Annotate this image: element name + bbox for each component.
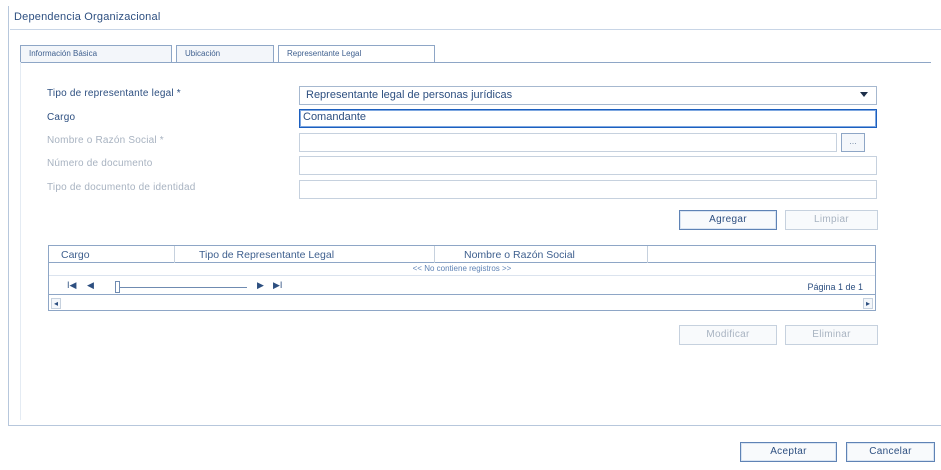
column-separator: [174, 246, 175, 263]
tab-informacion-basica[interactable]: Información Básica: [20, 45, 172, 62]
prev-page-icon[interactable]: ◀: [87, 280, 94, 291]
column-header-cargo[interactable]: Cargo: [61, 249, 90, 261]
column-separator: [434, 246, 435, 263]
tipo-representante-value: Representante legal de personas jurídica…: [306, 89, 513, 101]
tab-ubicacion[interactable]: Ubicación: [176, 45, 274, 62]
nombre-label: Nombre o Razón Social *: [47, 135, 164, 146]
grid-header: Cargo Tipo de Representante Legal Nombre…: [49, 246, 875, 263]
chevron-down-icon[interactable]: [860, 92, 868, 97]
numero-documento-label: Número de documento: [47, 158, 153, 169]
column-separator: [647, 246, 648, 263]
tipo-representante-select[interactable]: Representante legal de personas jurídica…: [299, 86, 877, 105]
limpiar-button[interactable]: Limpiar: [785, 210, 878, 230]
tipo-documento-label: Tipo de documento de identidad: [47, 182, 196, 193]
pager-slider-thumb[interactable]: [115, 281, 120, 293]
last-page-icon[interactable]: ▶I: [273, 280, 282, 291]
numero-documento-input[interactable]: [299, 156, 877, 175]
scroll-right-icon[interactable]: ▸: [863, 298, 873, 309]
page-indicator: Página 1 de 1: [807, 282, 863, 292]
tipo-representante-label: Tipo de representante legal *: [47, 88, 181, 99]
nombre-input[interactable]: [299, 133, 837, 152]
representantes-grid: Cargo Tipo de Representante Legal Nombre…: [48, 245, 876, 311]
cargo-input[interactable]: Comandante: [299, 109, 877, 128]
agregar-button[interactable]: Agregar: [679, 210, 777, 230]
cancelar-button[interactable]: Cancelar: [846, 442, 935, 462]
grid-horizontal-scrollbar[interactable]: ◂ ▸: [49, 296, 875, 311]
aceptar-button[interactable]: Aceptar: [740, 442, 837, 462]
column-header-tipo-representante[interactable]: Tipo de Representante Legal: [199, 249, 334, 261]
column-header-nombre[interactable]: Nombre o Razón Social: [464, 249, 575, 261]
first-page-icon[interactable]: I◀: [67, 280, 76, 291]
grid-empty-message: << No contiene registros >>: [49, 264, 875, 276]
grid-pager: I◀ ◀ ▶ ▶I Página 1 de 1: [49, 277, 875, 295]
modificar-button[interactable]: Modificar: [679, 325, 777, 345]
next-page-icon[interactable]: ▶: [257, 280, 264, 291]
panel-title-divider: [10, 29, 941, 30]
cargo-label: Cargo: [47, 112, 76, 123]
lookup-button[interactable]: ...: [841, 133, 865, 152]
scroll-left-icon[interactable]: ◂: [51, 298, 61, 309]
tipo-documento-input[interactable]: [299, 180, 877, 199]
eliminar-button[interactable]: Eliminar: [785, 325, 878, 345]
tab-representante-legal[interactable]: Representante Legal: [278, 45, 435, 63]
pager-slider-track[interactable]: [119, 287, 247, 288]
panel-title: Dependencia Organizacional: [14, 11, 161, 23]
